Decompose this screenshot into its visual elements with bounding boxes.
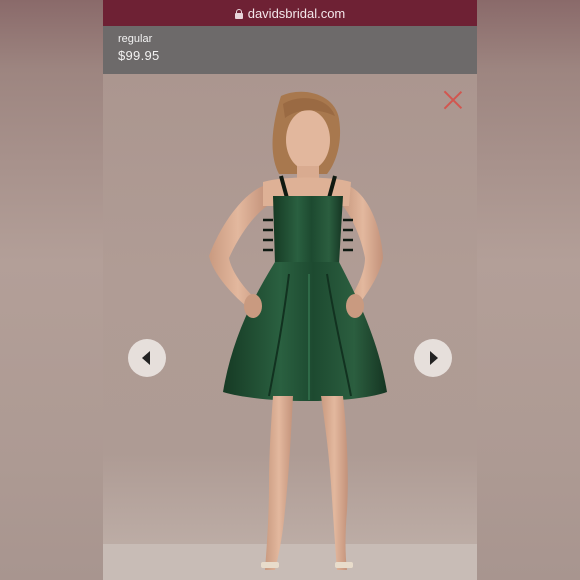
- previous-image-button[interactable]: [128, 339, 166, 377]
- right-shoe: [335, 562, 353, 568]
- left-leg: [265, 396, 293, 570]
- product-photo: [103, 74, 477, 580]
- left-shoe: [261, 562, 279, 568]
- right-leg: [321, 396, 348, 570]
- right-hand: [346, 294, 364, 318]
- blurred-background-right: [477, 0, 580, 580]
- face: [286, 110, 330, 170]
- close-icon[interactable]: [443, 90, 463, 110]
- next-image-button[interactable]: [414, 339, 452, 377]
- lock-icon: [234, 8, 243, 19]
- chevron-left-icon: [142, 351, 150, 365]
- left-hand: [244, 294, 262, 318]
- model-in-dress-image: [209, 91, 387, 570]
- blurred-background-left: [0, 0, 103, 580]
- chevron-right-icon: [430, 351, 438, 365]
- mobile-screen: davidsbridal.com regular $99.95: [103, 0, 477, 580]
- price-value: $99.95: [118, 48, 160, 63]
- browser-url-bar[interactable]: davidsbridal.com: [103, 0, 477, 26]
- dress-bodice: [273, 196, 343, 264]
- url-text: davidsbridal.com: [247, 5, 346, 21]
- price-label: regular: [118, 33, 153, 45]
- price-bar: regular $99.95: [103, 26, 477, 74]
